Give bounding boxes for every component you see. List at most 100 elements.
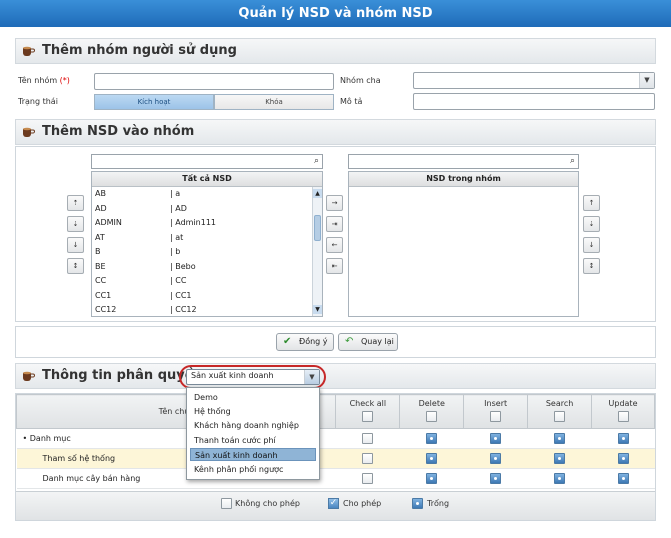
insert-all-checkbox[interactable]	[490, 411, 502, 422]
list-item[interactable]: B | b	[92, 245, 312, 260]
delete-checkbox[interactable]	[426, 433, 438, 444]
legend-deny-swatch	[221, 498, 232, 509]
move-up-button-right[interactable]: ⇣	[583, 216, 600, 232]
row-check-all-checkbox[interactable]	[362, 473, 374, 484]
add-selected-button[interactable]: →	[326, 195, 343, 211]
back-button[interactable]: ↶ Quay lại	[338, 333, 398, 351]
delete-all-checkbox[interactable]	[426, 411, 438, 422]
move-top-button-right[interactable]: ↑	[583, 195, 600, 211]
table-row[interactable]: Danh mục cây bán hàng	[16, 468, 655, 489]
list-item[interactable]: CC12 | CC12	[92, 303, 312, 316]
update-checkbox[interactable]	[617, 473, 629, 484]
move-top-button[interactable]: ⇡	[67, 195, 84, 211]
insert-checkbox[interactable]	[490, 433, 502, 444]
coffee-cup-icon	[23, 127, 35, 137]
chevron-down-icon[interactable]: ▼	[304, 370, 319, 384]
module-option-reverse-distribution[interactable]: Kênh phân phối ngược	[190, 463, 316, 476]
move-bottom-button-right[interactable]: ↕	[583, 258, 600, 274]
check-all-checkbox[interactable]	[362, 411, 374, 422]
all-users-header: Tất cả NSD	[92, 172, 322, 187]
search-icon[interactable]: ⌕	[314, 156, 319, 166]
table-row[interactable]: Tham số hệ thống	[16, 448, 655, 469]
search-all-checkbox[interactable]	[554, 411, 566, 422]
group-users-header: NSD trong nhóm	[349, 172, 578, 187]
search-checkbox[interactable]	[554, 433, 566, 444]
column-header-update: Update	[591, 394, 655, 429]
remove-all-button[interactable]: ⇤	[326, 258, 343, 274]
move-up-button[interactable]: ⇣	[67, 216, 84, 232]
column-header-delete: Delete	[399, 394, 465, 429]
update-checkbox[interactable]	[617, 433, 629, 444]
scroll-down-icon[interactable]: ▼	[313, 305, 322, 314]
module-option-fee-payment[interactable]: Thanh toán cước phí	[190, 434, 316, 447]
group-users-list[interactable]: NSD trong nhóm	[348, 171, 579, 317]
legend-allow-swatch: ✓	[328, 498, 339, 509]
actions-bar	[15, 326, 656, 358]
remove-selected-button[interactable]: ←	[326, 237, 343, 253]
ok-button[interactable]: ✔ Đồng ý	[276, 333, 334, 351]
search-checkbox[interactable]	[554, 473, 566, 484]
all-users-list[interactable]: Tất cả NSD AB | a AD | AD ADMIN | Admin111 …	[91, 171, 323, 317]
legend-empty-swatch	[412, 498, 423, 509]
move-down-button[interactable]: ↓	[67, 237, 84, 253]
update-all-checkbox[interactable]	[617, 411, 629, 422]
parent-group-label: Nhóm cha	[340, 76, 381, 85]
description-input[interactable]	[413, 93, 655, 110]
list-item[interactable]: CC | CC	[92, 274, 312, 289]
delete-checkbox[interactable]	[426, 453, 438, 464]
legend-deny-label: Không cho phép	[235, 499, 300, 508]
search-icon[interactable]: ⌕	[570, 156, 575, 166]
legend-allow-label: Cho phép	[343, 499, 382, 508]
move-down-button-right[interactable]: ↓	[583, 237, 600, 253]
list-item[interactable]: AB | a	[92, 187, 312, 202]
scroll-up-icon[interactable]: ▲	[313, 189, 322, 198]
module-option-demo[interactable]: Demo	[190, 391, 316, 404]
description-label: Mô tả	[340, 97, 363, 106]
module-option-business-production[interactable]: Sản xuất kinh doanh	[190, 448, 316, 461]
list-item[interactable]: AD | AD	[92, 202, 312, 217]
add-all-button[interactable]: ⇥	[326, 216, 343, 232]
list-item[interactable]: AT | at	[92, 231, 312, 246]
row-check-all-checkbox[interactable]	[362, 453, 374, 464]
status-active-toggle[interactable]: Kích hoạt	[94, 94, 214, 110]
section-title: Thêm NSD vào nhóm	[42, 124, 195, 139]
group-name-label: Tên nhóm (*)	[18, 76, 70, 85]
module-select[interactable]: Sản xuất kinh doanh ▼	[186, 369, 320, 385]
coffee-cup-icon	[23, 46, 35, 56]
legend-empty-label: Trống	[427, 499, 450, 508]
search-checkbox[interactable]	[554, 453, 566, 464]
chevron-down-icon[interactable]: ▼	[639, 73, 654, 88]
list-item[interactable]: BE | Bebo	[92, 260, 312, 275]
undo-arrow-icon: ↶	[345, 336, 354, 347]
section-title: Thêm nhóm người sử dụng	[42, 43, 237, 58]
column-header-check-all: Check all	[335, 394, 401, 429]
check-icon: ✔	[283, 336, 292, 347]
list-scrollbar[interactable]: ▲ ▼	[312, 187, 322, 316]
parent-group-select[interactable]: ▼	[413, 72, 655, 89]
row-check-all-checkbox[interactable]	[362, 433, 374, 444]
list-item[interactable]: ADMIN | Admin111	[92, 216, 312, 231]
section-header-permissions: Thông tin phân quyền	[15, 363, 656, 389]
insert-checkbox[interactable]	[490, 453, 502, 464]
scroll-thumb[interactable]	[314, 215, 321, 241]
status-label: Trạng thái	[18, 97, 58, 106]
module-option-system[interactable]: Hệ thống	[190, 405, 316, 418]
all-users-search-input[interactable]: ⌕	[91, 154, 323, 169]
section-header-members: Thêm NSD vào nhóm	[15, 119, 656, 145]
group-name-input[interactable]	[94, 73, 334, 90]
table-row[interactable]: • Danh mục	[16, 428, 655, 449]
module-option-enterprise-customers[interactable]: Khách hàng doanh nghiệp	[190, 419, 316, 432]
update-checkbox[interactable]	[617, 453, 629, 464]
group-users-search-input[interactable]: ⌕	[348, 154, 579, 169]
window-title: Quản lý NSD và nhóm NSD	[0, 0, 671, 27]
status-locked-toggle[interactable]: Khóa	[214, 94, 334, 110]
permissions-table: Tên chức Check all Delete Insert Search …	[15, 394, 655, 489]
delete-checkbox[interactable]	[426, 473, 438, 484]
list-item[interactable]: CC1 | CC1	[92, 289, 312, 304]
move-bottom-button[interactable]: ↕	[67, 258, 84, 274]
column-header-search: Search	[527, 394, 593, 429]
column-header-insert: Insert	[463, 394, 529, 429]
coffee-cup-icon	[23, 371, 35, 381]
module-dropdown-list[interactable]: Demo Hệ thống Khách hàng doanh nghiệp Th…	[186, 387, 320, 480]
insert-checkbox[interactable]	[490, 473, 502, 484]
